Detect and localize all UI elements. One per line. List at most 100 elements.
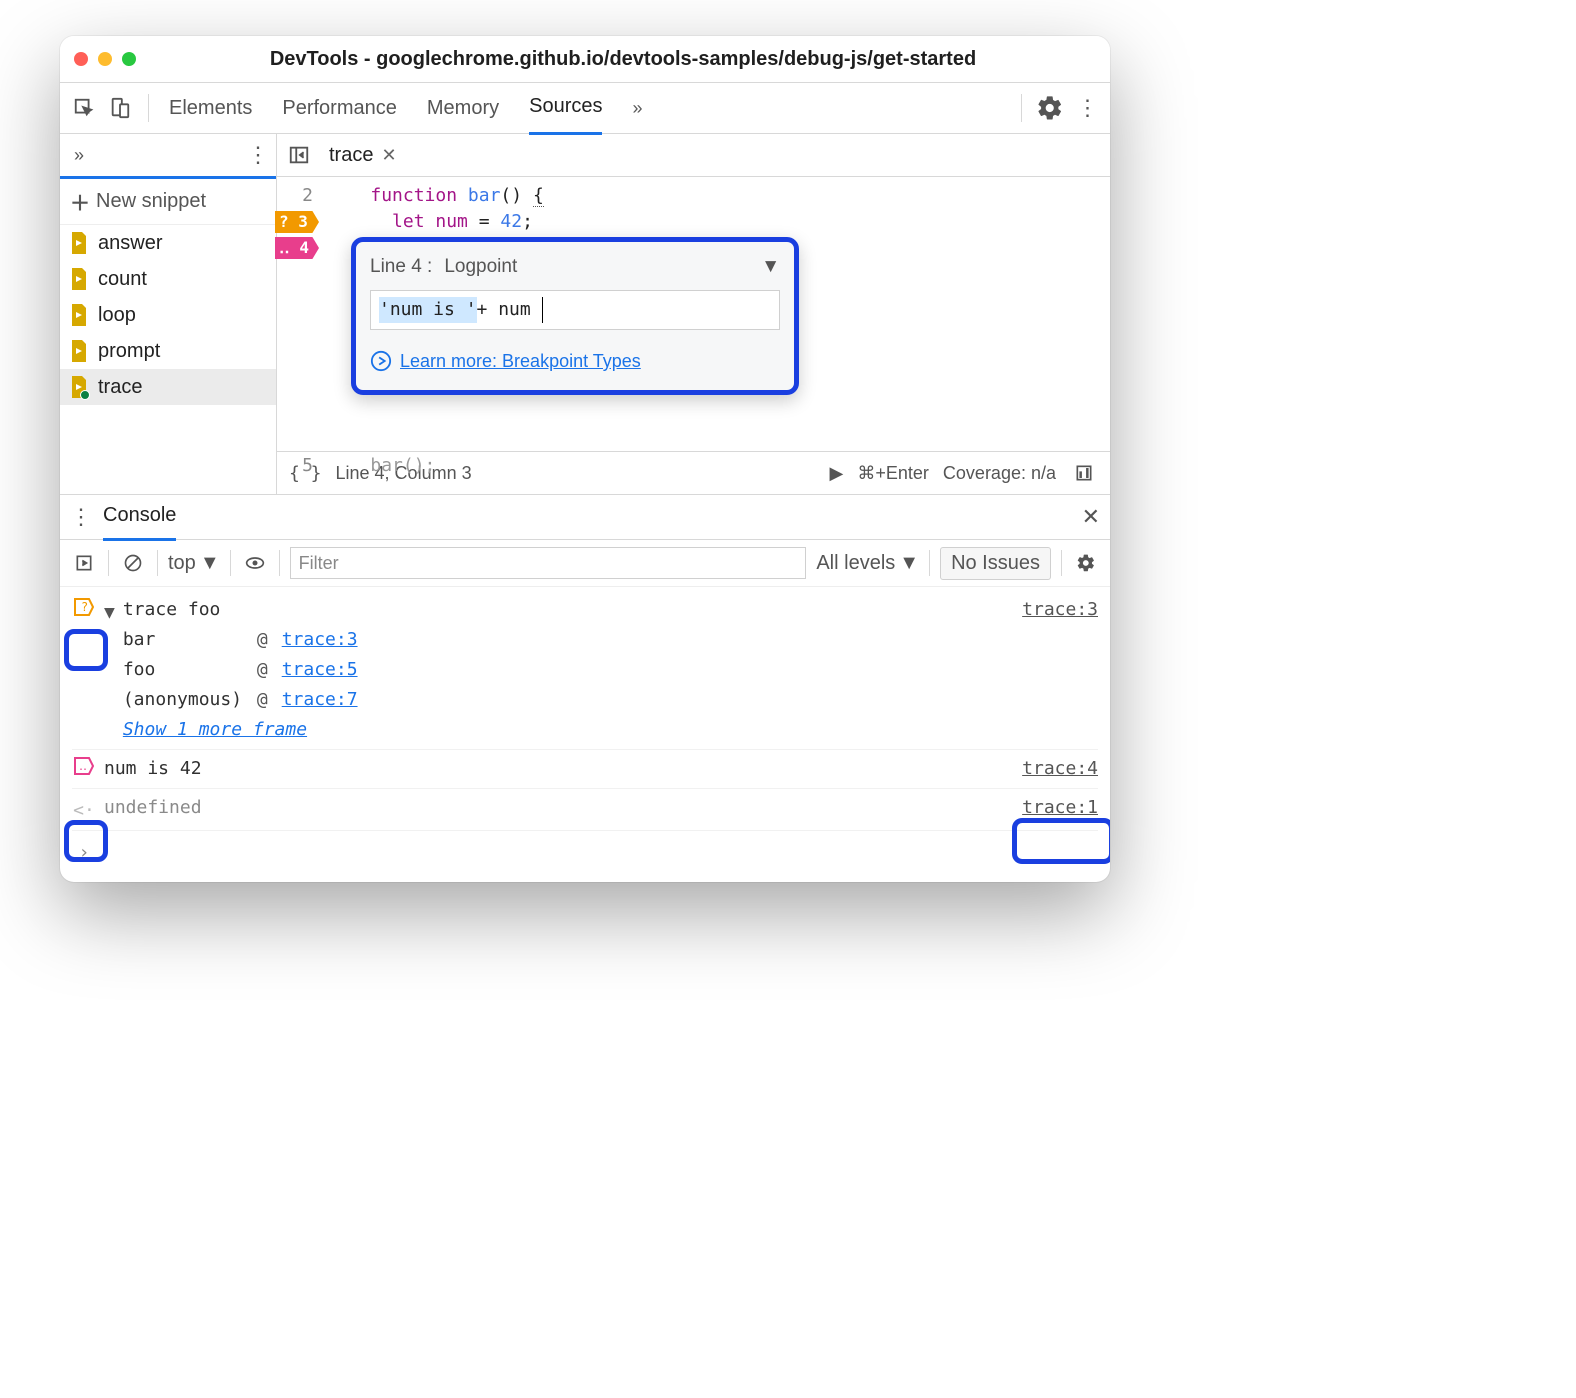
console-logpoint-message: ‥ num is 42 trace:4	[72, 750, 1098, 789]
snippet-item[interactable]: loop	[60, 297, 276, 333]
source-link[interactable]: trace:7	[282, 685, 358, 715]
window-title: DevTools - googlechrome.github.io/devtoo…	[150, 48, 1096, 71]
snippet-item[interactable]: count	[60, 261, 276, 297]
zoom-window-button[interactable]	[122, 52, 136, 66]
snippet-label: answer	[98, 232, 162, 255]
logpoint-badge-icon: ‥	[72, 754, 96, 775]
source-link[interactable]: trace:3	[1022, 595, 1098, 625]
code-line[interactable]: let num = 42;	[327, 209, 1110, 235]
line-number[interactable]: 5	[302, 455, 313, 476]
stack-trace: bar@ trace:3 foo@ trace:5 (anonymous)@ t…	[123, 625, 1098, 745]
settings-icon[interactable]	[1036, 94, 1064, 122]
popover-line-label: Line 4 :	[370, 254, 432, 280]
breakpoint-type-dropdown[interactable]: Logpoint	[444, 254, 517, 280]
chevron-down-icon[interactable]: ▼	[761, 254, 780, 280]
more-navigator-tabs-button[interactable]: »	[74, 145, 84, 166]
snippet-file-icon	[70, 304, 88, 326]
inspect-element-icon[interactable]	[70, 94, 98, 122]
navigator-tabs: » ⋮	[60, 134, 276, 179]
conditional-breakpoint-badge-icon: ?	[72, 595, 96, 616]
new-snippet-label: New snippet	[96, 190, 206, 213]
arrow-right-circle-icon	[370, 350, 392, 372]
gutter[interactable]: 2 ? 3 ‥ 4 5	[277, 183, 319, 479]
logpoint-expression-input[interactable]: 'num is ' + num	[370, 290, 780, 330]
tab-elements[interactable]: Elements	[169, 83, 252, 133]
toggle-navigator-icon[interactable]	[285, 141, 313, 169]
tab-sources[interactable]: Sources	[529, 82, 602, 135]
separator	[148, 94, 149, 122]
drawer-tab-strip: ⋮ Console ✕	[60, 494, 1110, 540]
close-drawer-icon[interactable]: ✕	[1082, 504, 1100, 530]
issues-button[interactable]: No Issues	[940, 547, 1051, 580]
source-link[interactable]: trace:4	[1022, 754, 1098, 784]
prompt-chevron-icon: ›	[72, 835, 96, 868]
snippets-list: answer count loop prompt trace	[60, 225, 276, 494]
source-link[interactable]: trace:5	[282, 655, 358, 685]
log-levels-dropdown[interactable]: All levels ▼	[816, 552, 919, 575]
trace-text: trace foo	[123, 595, 221, 625]
snippet-item[interactable]: answer	[60, 225, 276, 261]
conditional-breakpoint-marker[interactable]: ? 3	[275, 211, 319, 233]
editor-tab-strip: trace ✕	[277, 134, 1110, 177]
execution-context-dropdown[interactable]: top ▼	[168, 552, 220, 575]
snippet-file-icon	[70, 340, 88, 362]
source-link[interactable]: trace:3	[282, 625, 358, 655]
disclosure-triangle-icon[interactable]: ▼	[104, 598, 115, 628]
kebab-menu-icon[interactable]: ⋮	[1072, 94, 1100, 122]
titlebar: DevTools - googlechrome.github.io/devtoo…	[60, 36, 1110, 83]
snippet-file-icon	[70, 268, 88, 290]
minimize-window-button[interactable]	[98, 52, 112, 66]
code-line[interactable]: function bar() {	[327, 183, 1110, 209]
source-link[interactable]: trace:1	[1022, 793, 1098, 823]
breakpoint-editor-popover: Line 4 : Logpoint ▼ 'num is ' + num Lear…	[351, 237, 799, 395]
console-trace-message: ? ▼ trace foo trace:3 bar@ trace:3 foo@ t…	[72, 591, 1098, 750]
learn-more-link[interactable]: Learn more: Breakpoint Types	[400, 348, 641, 374]
svg-text:‥: ‥	[79, 759, 87, 773]
svg-text:?: ?	[81, 600, 88, 614]
editor-tab-trace[interactable]: trace ✕	[323, 144, 403, 167]
chevron-down-icon: ▼	[200, 552, 220, 575]
stack-fn: (anonymous)	[123, 685, 243, 715]
close-tab-icon[interactable]: ✕	[381, 145, 396, 166]
snippet-label: trace	[98, 376, 142, 399]
console-settings-icon[interactable]	[1072, 549, 1100, 577]
navigator-kebab-icon[interactable]: ⋮	[247, 142, 266, 168]
main-tab-strip: Elements Performance Memory Sources » ⋮	[60, 83, 1110, 134]
drawer-tab-console[interactable]: Console	[103, 494, 176, 541]
snippet-item[interactable]: prompt	[60, 333, 276, 369]
snippet-file-icon	[70, 232, 88, 254]
navigator-sidebar: » ⋮ ＋ New snippet answer count loop	[60, 134, 277, 494]
snippet-label: loop	[98, 304, 136, 327]
show-more-frames-link[interactable]: Show 1 more frame	[123, 719, 307, 740]
chevron-down-icon: ▼	[899, 552, 919, 575]
log-text: num is 42	[104, 754, 202, 784]
tab-memory[interactable]: Memory	[427, 83, 499, 133]
console-filter-input[interactable]: Filter	[290, 547, 807, 579]
editor-pane: trace ✕ 2 ? 3 ‥ 4 5 function bar() { let…	[277, 134, 1110, 494]
clear-console-icon[interactable]	[119, 549, 147, 577]
traffic-lights	[74, 52, 136, 66]
tab-performance[interactable]: Performance	[282, 83, 397, 133]
console-toolbar: top ▼ Filter All levels ▼ No Issues	[60, 540, 1110, 587]
logpoint-marker[interactable]: ‥ 4	[275, 237, 319, 259]
live-expression-icon[interactable]	[241, 549, 269, 577]
code-line[interactable]: bar();	[327, 453, 1110, 479]
console-prompt[interactable]: ›	[72, 831, 1098, 872]
close-window-button[interactable]	[74, 52, 88, 66]
more-tabs-button[interactable]: »	[632, 98, 642, 119]
console-return-value: <· undefined trace:1	[72, 789, 1098, 831]
device-toolbar-icon[interactable]	[106, 94, 134, 122]
console-output: ? ▼ trace foo trace:3 bar@ trace:3 foo@ t…	[60, 587, 1110, 882]
snippet-label: count	[98, 268, 147, 291]
code-editor[interactable]: 2 ? 3 ‥ 4 5 function bar() { let num = 4…	[277, 177, 1110, 451]
line-number[interactable]: 2	[302, 185, 313, 206]
drawer-kebab-icon[interactable]: ⋮	[70, 504, 89, 530]
snippet-label: prompt	[98, 340, 160, 363]
show-sidebar-icon[interactable]	[70, 549, 98, 577]
separator	[1021, 94, 1022, 122]
return-text: undefined	[104, 793, 202, 823]
snippet-file-icon	[70, 376, 88, 398]
snippet-item[interactable]: trace	[60, 369, 276, 405]
new-snippet-button[interactable]: ＋ New snippet	[60, 179, 276, 225]
stack-fn: foo	[123, 655, 243, 685]
